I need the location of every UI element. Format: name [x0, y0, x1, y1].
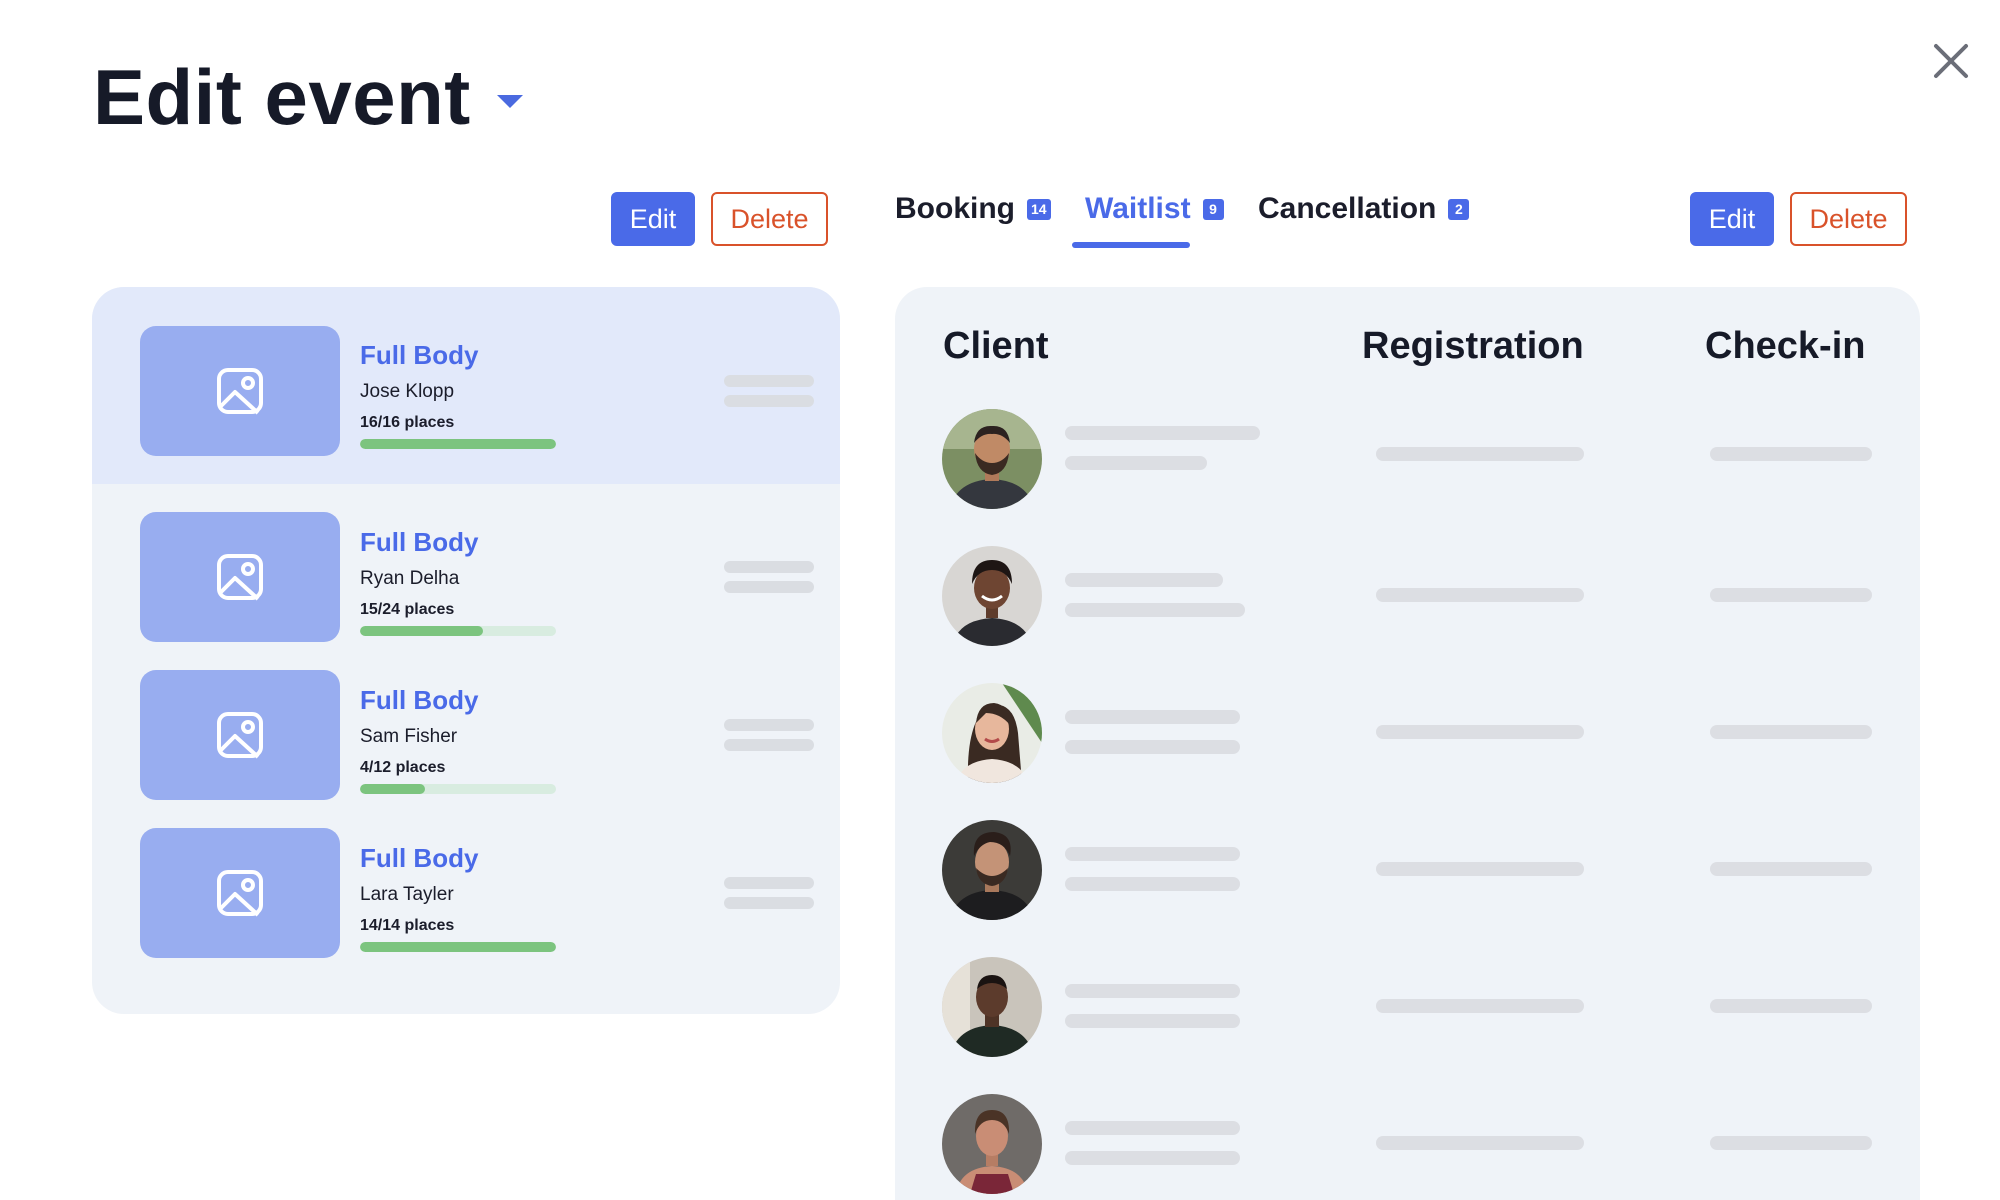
event-info: Full Body Lara Tayler 14/14 places: [360, 845, 556, 952]
image-placeholder-icon: [140, 828, 340, 958]
placeholder-line: [1065, 710, 1240, 724]
edit-event-button[interactable]: Edit: [611, 192, 695, 246]
event-places: 15/24 places: [360, 601, 455, 618]
event-places: 4/12 places: [360, 759, 446, 776]
placeholder-line: [724, 739, 814, 751]
count-badge: 14: [1027, 198, 1051, 220]
placeholder-line: [724, 375, 814, 387]
tab-booking[interactable]: Booking 14: [895, 192, 1051, 226]
column-header-check-in: Check-in: [1705, 325, 1866, 367]
avatar: [942, 1094, 1042, 1194]
avatar: [942, 820, 1042, 920]
event-card[interactable]: Full Body Lara Tayler 14/14 places: [92, 813, 840, 983]
capacity-fill: [360, 784, 426, 794]
chevron-down-icon[interactable]: [496, 94, 523, 108]
title-area: Edit event: [93, 58, 523, 136]
capacity-fill: [360, 942, 556, 952]
registration-placeholder: [1376, 862, 1584, 876]
tab-cancellation[interactable]: Cancellation 2: [1258, 192, 1470, 226]
count-badge: 9: [1202, 198, 1224, 220]
placeholder-line: [724, 877, 814, 889]
tab-label: Cancellation: [1258, 192, 1437, 225]
placeholder-line: [1065, 877, 1240, 891]
event-title: Full Body: [360, 843, 479, 873]
event-title: Full Body: [360, 340, 479, 370]
check-in-placeholder: [1710, 447, 1872, 461]
capacity-bar: [360, 626, 556, 636]
column-header-client: Client: [943, 325, 1049, 367]
image-placeholder-icon: [140, 326, 340, 456]
placeholder-line: [1065, 984, 1240, 998]
registration-placeholder: [1376, 725, 1584, 739]
registration-placeholder: [1376, 588, 1584, 602]
placeholder-line: [724, 395, 814, 407]
event-info: Full Body Jose Klopp 16/16 places: [360, 342, 556, 449]
active-tab-indicator: [1072, 242, 1190, 248]
avatar: [942, 409, 1042, 509]
close-icon[interactable]: [1930, 40, 1972, 82]
event-instructor: Sam Fisher: [360, 726, 458, 747]
table-row[interactable]: [895, 409, 1920, 509]
delete-waitlist-button[interactable]: Delete: [1790, 192, 1907, 246]
event-card[interactable]: Full Body Sam Fisher 4/12 places: [92, 655, 840, 825]
placeholder-line: [724, 581, 814, 593]
placeholder-line: [1065, 426, 1260, 440]
capacity-bar: [360, 439, 556, 449]
event-title: Full Body: [360, 527, 479, 557]
registration-placeholder: [1376, 447, 1584, 461]
tab-waitlist[interactable]: Waitlist 9: [1085, 192, 1224, 226]
check-in-placeholder: [1710, 1136, 1872, 1150]
capacity-bar: [360, 942, 556, 952]
placeholder-line: [1065, 573, 1223, 587]
delete-event-button[interactable]: Delete: [711, 192, 828, 246]
avatar: [942, 683, 1042, 783]
placeholder-line: [1065, 1121, 1240, 1135]
placeholder-line: [1065, 456, 1207, 470]
event-instructor: Lara Tayler: [360, 884, 454, 905]
placeholder-line: [1065, 1014, 1240, 1028]
image-placeholder-icon: [140, 512, 340, 642]
check-in-placeholder: [1710, 862, 1872, 876]
capacity-fill: [360, 439, 556, 449]
placeholder-line: [724, 719, 814, 731]
placeholder-line: [1065, 740, 1240, 754]
event-info: Full Body Sam Fisher 4/12 places: [360, 687, 556, 794]
avatar: [942, 957, 1042, 1057]
table-row[interactable]: [895, 683, 1920, 783]
count-badge: 2: [1448, 198, 1470, 220]
waitlist-table: Client Registration Check-in: [895, 287, 1920, 1200]
event-list: Full Body Jose Klopp 16/16 places Full B…: [92, 287, 840, 1014]
tab-label: Waitlist: [1085, 192, 1191, 225]
event-instructor: Ryan Delha: [360, 568, 460, 589]
event-card[interactable]: Full Body Jose Klopp 16/16 places: [92, 287, 840, 484]
tab-label: Booking: [895, 192, 1015, 225]
capacity-bar: [360, 784, 556, 794]
page-title: Edit event: [93, 53, 471, 141]
event-title: Full Body: [360, 685, 479, 715]
placeholder-line: [1065, 603, 1245, 617]
image-placeholder-icon: [140, 670, 340, 800]
event-places: 16/16 places: [360, 414, 455, 431]
column-header-registration: Registration: [1362, 325, 1584, 367]
registration-placeholder: [1376, 1136, 1584, 1150]
table-row[interactable]: [895, 546, 1920, 646]
placeholder-line: [724, 561, 814, 573]
placeholder-line: [1065, 847, 1240, 861]
table-row[interactable]: [895, 820, 1920, 920]
check-in-placeholder: [1710, 725, 1872, 739]
event-card[interactable]: Full Body Ryan Delha 15/24 places: [92, 497, 840, 667]
table-row[interactable]: [895, 957, 1920, 1057]
placeholder-line: [1065, 1151, 1240, 1165]
registration-placeholder: [1376, 999, 1584, 1013]
event-instructor: Jose Klopp: [360, 381, 455, 402]
check-in-placeholder: [1710, 999, 1872, 1013]
edit-waitlist-button[interactable]: Edit: [1690, 192, 1774, 246]
event-places: 14/14 places: [360, 917, 455, 934]
avatar: [942, 546, 1042, 646]
placeholder-line: [724, 897, 814, 909]
event-info: Full Body Ryan Delha 15/24 places: [360, 529, 556, 636]
capacity-fill: [360, 626, 483, 636]
table-row[interactable]: [895, 1094, 1920, 1194]
check-in-placeholder: [1710, 588, 1872, 602]
